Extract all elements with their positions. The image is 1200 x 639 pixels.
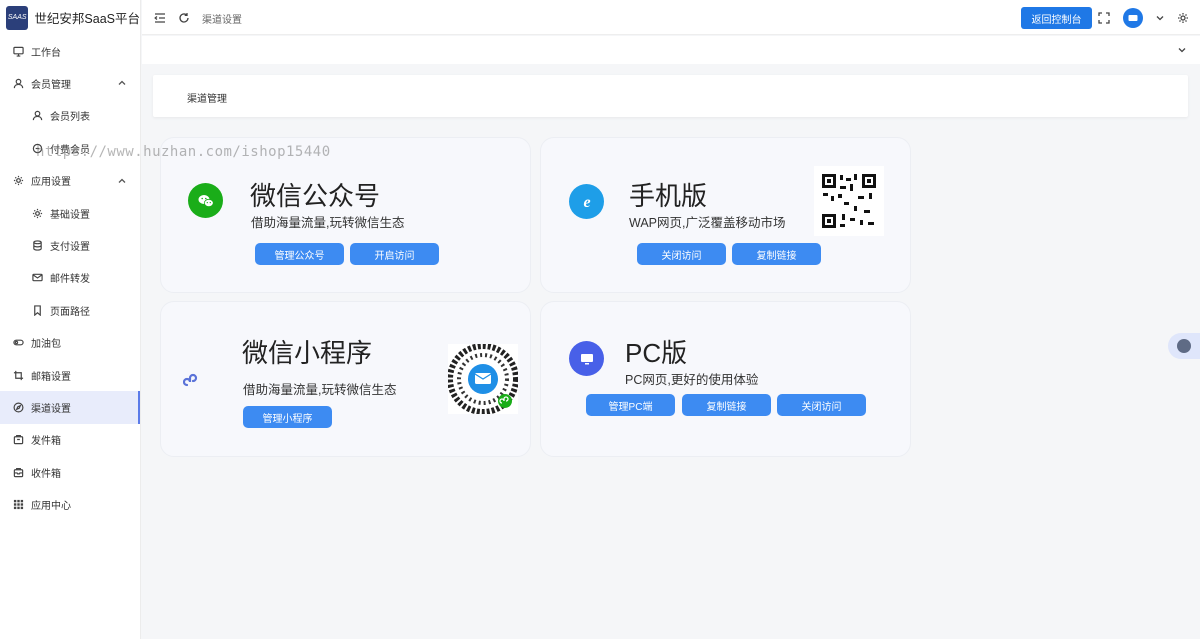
breadcrumb: 渠道设置 xyxy=(202,15,242,26)
sidebar-item-inbox[interactable]: 收件箱 xyxy=(0,456,140,488)
avatar[interactable] xyxy=(1123,8,1143,28)
sidebar-item-app-center[interactable]: 应用中心 xyxy=(0,488,140,520)
svg-text:e: e xyxy=(583,194,590,211)
sidebar-item-label: 加油包 xyxy=(31,339,61,351)
tool-icon xyxy=(1177,339,1191,353)
ie-browser-icon: e xyxy=(569,184,604,219)
bookmark-icon xyxy=(31,304,43,316)
gear-icon[interactable] xyxy=(1177,12,1189,24)
chevron-down-icon[interactable] xyxy=(1176,44,1188,56)
mini-program-code-image xyxy=(447,343,519,415)
sidebar-item-app-settings[interactable]: 应用设置 xyxy=(0,165,140,197)
sidebar-item-label: 会员列表 xyxy=(50,112,90,124)
sidebar-item-label: 收件箱 xyxy=(31,468,61,480)
card-pc: PC版 PC网页,更好的使用体验 管理PC端 复制链接 关闭访问 xyxy=(540,301,911,457)
card-title: PC版 xyxy=(625,338,688,368)
card-desc: WAP网页,广泛覆盖移动市场 xyxy=(629,216,786,230)
desktop-icon xyxy=(569,341,604,376)
sidebar-item-workbench[interactable]: 工作台 xyxy=(0,35,140,67)
qr-code-image xyxy=(814,166,884,236)
manage-pc-button[interactable]: 管理PC端 xyxy=(586,394,675,416)
sidebar-item-channel-settings[interactable]: 渠道设置 xyxy=(0,391,140,425)
database-icon xyxy=(31,240,43,252)
card-desc: 借助海量流量,玩转微信生态 xyxy=(251,216,405,230)
sidebar-menu: 工作台 会员管理 会员列表 付费会员 应用设置 基础设置 支付设置 邮件转发 页… xyxy=(0,35,140,521)
inbox-icon xyxy=(12,466,24,478)
sidebar-item-basic-settings[interactable]: 基础设置 xyxy=(0,197,140,229)
copy-link-button[interactable]: 复制链接 xyxy=(682,394,771,416)
sidebar-item-member-management[interactable]: 会员管理 xyxy=(0,67,140,99)
card-wechat-official: 微信公众号 借助海量流量,玩转微信生态 管理公众号 开启访问 xyxy=(160,137,531,293)
manage-official-account-button[interactable]: 管理公众号 xyxy=(255,243,344,265)
sidebar-item-payment-settings[interactable]: 支付设置 xyxy=(0,229,140,261)
card-desc: 借助海量流量,玩转微信生态 xyxy=(243,383,397,397)
back-to-console-button[interactable]: 返回控制台 xyxy=(1021,7,1092,29)
menu-fold-icon[interactable] xyxy=(154,12,166,24)
mail-icon xyxy=(31,272,43,284)
card-title: 微信公众号 xyxy=(250,181,381,211)
chevron-down-icon[interactable] xyxy=(1154,12,1166,24)
tabs-bar xyxy=(142,36,1200,64)
panel-header: 渠道管理 xyxy=(153,75,1188,117)
panel-title: 渠道管理 xyxy=(187,94,227,105)
close-access-button[interactable]: 关闭访问 xyxy=(777,394,866,416)
card-title: 手机版 xyxy=(629,181,708,211)
gear-icon xyxy=(12,175,24,187)
floating-tool-button[interactable] xyxy=(1168,333,1200,359)
sidebar-item-label: 邮箱设置 xyxy=(31,371,71,383)
user-icon xyxy=(31,110,43,122)
sidebar-item-mail-forward[interactable]: 邮件转发 xyxy=(0,262,140,294)
sidebar-item-label: 发件箱 xyxy=(31,436,61,448)
sidebar-item-label: 应用设置 xyxy=(31,177,71,189)
sidebar-item-member-list[interactable]: 会员列表 xyxy=(0,100,140,132)
sidebar-item-page-path[interactable]: 页面路径 xyxy=(0,294,140,326)
monitor-icon xyxy=(12,45,24,57)
sidebar-item-label: 应用中心 xyxy=(31,501,71,513)
card-mobile: e 手机版 WAP网页,广泛覆盖移动市场 关闭访问 复制链接 xyxy=(540,137,911,293)
sidebar-item-label: 邮件转发 xyxy=(50,274,90,286)
compass-icon xyxy=(12,401,24,413)
sidebar-item-label: 会员管理 xyxy=(31,80,71,92)
brand-logo: SAAS xyxy=(6,5,29,30)
brand-title: 世纪安邦SaaS平台 xyxy=(34,12,140,26)
sidebar-item-label: 渠道设置 xyxy=(31,403,71,415)
sidebar-item-label: 工作台 xyxy=(31,47,61,59)
sidebar-item-mailbox-settings[interactable]: 邮箱设置 xyxy=(0,359,140,391)
wechat-icon xyxy=(188,183,223,218)
card-desc: PC网页,更好的使用体验 xyxy=(625,373,759,387)
copy-link-button[interactable]: 复制链接 xyxy=(732,243,821,265)
outbox-icon xyxy=(12,434,24,446)
toggle-icon xyxy=(12,337,24,349)
refresh-icon[interactable] xyxy=(178,12,190,24)
sidebar-item-fuel-pack[interactable]: 加油包 xyxy=(0,327,140,359)
card-title: 微信小程序 xyxy=(242,338,373,368)
topbar: 渠道设置 返回控制台 xyxy=(142,0,1200,35)
brand[interactable]: SAAS 世纪安邦SaaS平台 xyxy=(0,0,140,35)
sidebar-item-label: 支付设置 xyxy=(50,242,90,254)
manage-mini-program-button[interactable]: 管理小程序 xyxy=(243,406,332,428)
sidebar: SAAS 世纪安邦SaaS平台 工作台 会员管理 会员列表 付费会员 应用设置 … xyxy=(0,0,141,639)
user-icon xyxy=(12,78,24,90)
crop-icon xyxy=(12,369,24,381)
enable-access-button[interactable]: 开启访问 xyxy=(350,243,439,265)
sidebar-item-outbox[interactable]: 发件箱 xyxy=(0,424,140,456)
chevron-up-icon xyxy=(117,176,127,186)
mini-program-icon xyxy=(175,362,210,397)
watermark-text: https://www.huzhan.com/ishop15440 xyxy=(36,144,331,160)
card-mini-program: 微信小程序 借助海量流量,玩转微信生态 管理小程序 xyxy=(160,301,531,457)
sidebar-item-label: 基础设置 xyxy=(50,209,90,221)
close-access-button[interactable]: 关闭访问 xyxy=(637,243,726,265)
sidebar-item-label: 页面路径 xyxy=(50,306,90,318)
gear-icon xyxy=(31,207,43,219)
fullscreen-icon[interactable] xyxy=(1098,12,1110,24)
chevron-up-icon xyxy=(117,78,127,88)
grid-icon xyxy=(12,499,24,511)
